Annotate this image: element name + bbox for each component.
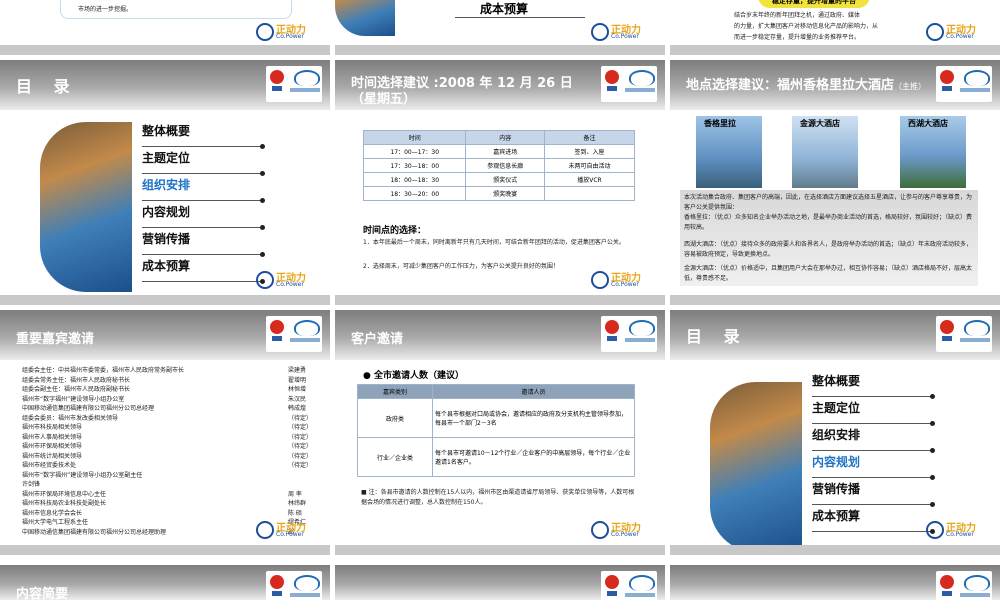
invite-table: 嘉宾类别 邀请人员 政府类 每个县市根据对口局或协会，邀请相应的政府及分支机构主管领…: [357, 384, 635, 477]
copower-logo: 正动力 Co.Power: [591, 269, 651, 291]
slide-title: 客户邀请: [351, 332, 404, 347]
slide-guests[interactable]: 重要嘉宾邀请 组委会主任：中共福州市委常委，福州市人民政府常务副市长 梁建勇 组委会…: [0, 310, 330, 555]
slide-title: 目 录: [16, 77, 78, 96]
hotel-label: 香格里拉: [704, 119, 736, 128]
list-item: 福州市经贸委技术处 （待定）: [22, 462, 313, 469]
table-row: 18：00—18：30 颁奖仪式 播放VCR: [362, 172, 636, 187]
sponsor-logos: [266, 66, 322, 102]
list-item: 福州市信息化学会会长陈 硕: [22, 509, 302, 517]
sponsor-logos: [936, 571, 992, 600]
list-item: 中国移动通信集团福建有限公司福州分公司总经理 韩成煌: [22, 405, 307, 412]
slide-line: 结合岁末年终的新年团拜之机，通过政府、媒体: [734, 12, 861, 19]
slide-toc-2[interactable]: 目 录 整体概要 主题定位 组织安排 内容规划 营销传播 成本预算 正动力 Co.…: [670, 310, 1000, 555]
slide-title: 重要嘉宾邀请: [16, 332, 95, 347]
copower-logo: 正动力 Co.Power: [591, 21, 651, 43]
slide-bottom-right[interactable]: [670, 565, 1000, 600]
slide-title: 时间选择建议 :2008 年 12 月 26 日（星期五）: [351, 76, 573, 107]
menu-item[interactable]: 内容规划: [812, 451, 935, 480]
slide-top-right[interactable]: 稳定存量，提升增量的平台 结合岁末年终的新年团拜之机，通过政府、媒体 的力量，扩…: [670, 0, 1000, 55]
menu-item-cost: 成本预算: [480, 2, 529, 16]
list-item: 许剑锋: [22, 481, 41, 488]
menu-item[interactable]: 组织安排: [812, 424, 935, 453]
slide-title: 目 录: [686, 327, 748, 346]
slide-line: 而进一步稳定存量，提升增量的业务推荐平台。: [734, 34, 861, 41]
slide-place[interactable]: 地点选择建议：福州香格里拉大酒店（主推） 香格里拉 金源大酒店 西湖大酒店 本次…: [670, 60, 1000, 305]
sponsor-logos: [601, 571, 657, 600]
sponsor-logos: [266, 316, 322, 352]
list-item: 福州市统计局相关领导 （待定）: [22, 452, 313, 460]
slide-text: 市场的进一步挖掘。: [78, 6, 133, 13]
table-row: 政府类 每个县市根据对口局或协会，邀请相应的政府及分支机构主管领导参加，每县市一个…: [357, 398, 635, 438]
menu-item[interactable]: 营销传播: [812, 478, 935, 507]
hotel-label: 金源大酒店: [800, 119, 840, 128]
toc-menu: 整体概要 主题定位 组织安排 内容规划 营销传播 成本预算: [142, 120, 265, 284]
menu-item[interactable]: 主题定位: [142, 147, 265, 176]
sponsor-logos: [936, 66, 992, 102]
menu-item[interactable]: 整体概要: [812, 370, 935, 399]
toc-menu: 整体概要 主题定位 组织安排 内容规划 营销传播 成本预算: [812, 370, 935, 534]
note-text: ■ 注：各县市邀请的人数控制在15人以内，福州市区由渠道请省厅局领导、获奖单位领…: [361, 489, 635, 506]
list-item: 组委会主任：中共福州市委常委，福州市人民政府常务副市长 梁建勇: [22, 367, 307, 374]
slide-toc-1[interactable]: 目 录 整体概要 主题定位 组织安排 内容规划 营销传播 成本预算 正动力 Co.…: [0, 60, 330, 305]
slide-time[interactable]: 时间选择建议 :2008 年 12 月 26 日（星期五） 时间 内容 备注 17：…: [335, 60, 665, 305]
slide-top-middle[interactable]: 成本预算 正动力 Co.Power: [335, 0, 665, 55]
list-item: 福州市科技局农业科技处副处长 林纬群: [22, 500, 307, 507]
paragraph: 1．本年底最后一个周末，同时离新年只有几天时间，可结合新年团拜的活动，促进集团客…: [363, 239, 625, 246]
table-row: 18：30—20：00 颁奖晚宴: [362, 186, 636, 201]
guest-list: 组委会主任：中共福州市委常委，福州市人民政府常务副市长 梁建勇 组委会常务主任：福州…: [22, 366, 322, 537]
slide-badge: 稳定存量，提升增量的平台: [758, 0, 870, 8]
copower-logo: 正动力 Co.Power: [256, 21, 316, 43]
sponsor-logos: [266, 571, 322, 600]
subhead: 时间点的选择：: [363, 226, 427, 236]
list-item: 福州市人事局相关领导 （待定）: [22, 433, 313, 441]
list-item: 福州市环保局相关领导 （待定）: [22, 443, 313, 450]
hotel-label: 西湖大酒店: [908, 119, 948, 128]
menu-item[interactable]: 营销传播: [142, 228, 265, 257]
list-item: 组委会常务主任：福州市人民政府秘书长 翟增明: [22, 376, 307, 384]
list-item: 组委会委员：福州市发改委相关领导 （待定）: [22, 414, 313, 422]
list-item: 福州市环保局环境信息中心主任周 率: [22, 490, 302, 498]
paragraph: 金源大酒店：（优点）价格适中，且集团用户大会在那举办过，相互协作容易；（缺点）酒…: [684, 265, 973, 282]
list-item: 组委会副主任：福州市人民政府副秘书长 林恒增: [22, 386, 307, 393]
table-row: 17：00—17：30 嘉宾进场 签到、入座: [362, 144, 636, 159]
list-item: 福州市“数字福州”建设领导小组办公室副主任: [22, 471, 143, 479]
menu-item[interactable]: 主题定位: [812, 397, 935, 426]
paragraph: 香格里拉：（优点）众多知名企业举办活动之地，是最举办商业活动的首选，格局较好，氛…: [684, 214, 973, 231]
slide-title: 地点选择建议：福州香格里拉大酒店（主推）: [686, 78, 927, 93]
copower-logo: 正动力 Co.Power: [256, 519, 316, 541]
slide-top-left[interactable]: 市场的进一步挖掘。 正动力 Co.Power: [0, 0, 330, 55]
menu-item[interactable]: 内容规划: [142, 201, 265, 230]
sponsor-logos: [601, 316, 657, 352]
menu-item[interactable]: 整体概要: [142, 120, 265, 149]
globe-illustration: [710, 382, 802, 552]
copower-logo: 正动力 Co.Power: [256, 269, 316, 291]
copower-logo: 正动力 Co.Power: [926, 519, 986, 541]
paragraph: 本次活动集合政府、集团客户的高端，因此，在选择酒店方面建议选择五星酒店，让参与的…: [684, 194, 973, 211]
slide-title: 内容简要: [16, 587, 69, 600]
sponsor-logos: [936, 316, 992, 352]
copower-logo: 正动力 Co.Power: [591, 519, 651, 541]
slide-bottom-middle[interactable]: [335, 565, 665, 600]
bullet-heading: ● 全市邀请人数（建议）: [363, 371, 465, 381]
schedule-table: 时间 内容 备注 17：00—17：30 嘉宾进场 签到、入座 17：30—18：00 参…: [362, 130, 636, 201]
slide-line: 的力量，扩大集团客户对移动信息化产品的影响力，从: [734, 23, 879, 30]
menu-item[interactable]: 成本预算: [812, 505, 935, 534]
table-row: 行业／企业类 每个县市可邀请10－12个行业／企业客户的中高层领导，每个行业／企业…: [357, 437, 635, 477]
table-row: 17：30—18：00 参观信息长廊 未两可自由活动: [362, 158, 636, 173]
slide-invite[interactable]: 客户邀请 ● 全市邀请人数（建议） 嘉宾类别 邀请人员 政府类 每个县市根据对口局或…: [335, 310, 665, 555]
copower-logo: 正动力 Co.Power: [926, 21, 986, 43]
list-item: 福州市“数字福州”建设领导小组办公室 朱汉民: [22, 395, 307, 403]
sponsor-logos: [601, 66, 657, 102]
globe-illustration: [40, 122, 132, 292]
slide-bottom-left[interactable]: 内容简要: [0, 565, 330, 600]
paragraph: 西湖大酒店：（优点）接待众多的政府要人和各界名人，是政府举办活动的首选；（缺点）…: [684, 241, 973, 258]
menu-item[interactable]: 成本预算: [142, 255, 265, 284]
list-item: 福州市科技局相关领导 （待定）: [22, 424, 313, 431]
menu-item[interactable]: 组织安排: [142, 174, 265, 203]
